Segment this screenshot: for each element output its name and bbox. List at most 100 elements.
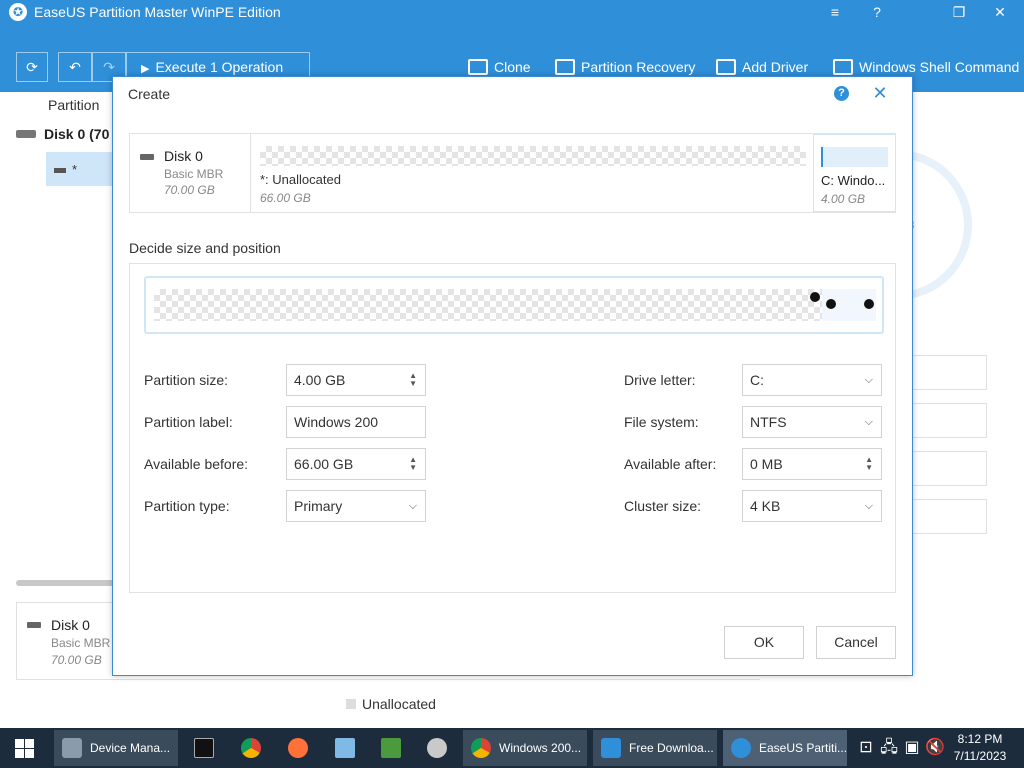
execute-label: Execute 1 Operation [155, 59, 284, 75]
restore-icon[interactable]: ❐ [948, 2, 970, 22]
unallocated-block[interactable]: *: Unallocated 66.00 GB [252, 134, 812, 212]
play-icon: ▶ [141, 63, 150, 75]
disk-layout-map: Disk 0 Basic MBR 70.00 GB *: Unallocated… [129, 133, 896, 213]
partition-label-label: Partition label: [144, 414, 233, 430]
close-icon[interactable]: ✕ [989, 2, 1011, 22]
new-partition-block[interactable]: C: Windo... 4.00 GB [813, 134, 896, 212]
undo-icon: ↶ [69, 59, 81, 75]
dialog-help-icon[interactable]: ? [834, 86, 849, 101]
dialog-close-icon[interactable]: ✕ [870, 83, 890, 103]
spinner-icon: ▲ ▼ [409, 371, 417, 388]
file-system-value: NTFS [750, 414, 787, 430]
easeus-icon [731, 738, 751, 758]
operation-button[interactable] [912, 355, 987, 390]
cluster-size-select[interactable]: 4 KB ⌵ [742, 490, 882, 522]
windows-logo-icon [15, 749, 24, 758]
clock-date: 7/11/2023 [953, 749, 1007, 763]
disk-icon [27, 622, 41, 628]
available-before-label: Available before: [144, 456, 249, 472]
refresh-button[interactable]: ⟳ [16, 52, 48, 82]
chevron-down-icon: ⌵ [864, 500, 873, 512]
chrome-icon [471, 738, 491, 758]
move-handle[interactable] [826, 299, 836, 309]
taskbar-windows-image[interactable]: Windows 200... [463, 730, 587, 766]
editor-icon[interactable] [381, 738, 401, 758]
taskbar-easeus[interactable]: EaseUS Partiti... [723, 730, 847, 766]
taskbar-button-label: Free Downloa... [629, 741, 714, 755]
disk-size: 70.00 GB [164, 183, 215, 197]
unallocated-bar [260, 146, 806, 166]
disk-type: Basic MBR [164, 167, 224, 181]
chevron-down-icon: ⌵ [864, 416, 873, 428]
disk-icon [16, 130, 36, 138]
app-logo-icon: ✪ [9, 3, 27, 21]
disk-icon [140, 154, 154, 160]
unallocated-size: 66.00 GB [260, 191, 311, 205]
selected-partition-label: * [72, 162, 78, 177]
partition-recovery-label: Partition Recovery [581, 59, 696, 75]
redo-icon: ↷ [103, 59, 115, 75]
shell-command-icon [833, 59, 853, 75]
notepad-icon[interactable] [335, 738, 355, 758]
ok-button[interactable]: OK [724, 626, 804, 659]
undo-button[interactable]: ↶ [58, 52, 92, 82]
operation-button[interactable] [912, 499, 987, 534]
menu-icon[interactable]: ≡ [824, 2, 846, 22]
disk-name: Disk 0 [164, 148, 203, 164]
slider-unallocated-track [154, 289, 822, 321]
add-driver-icon [716, 59, 736, 75]
partition-type-value: Primary [294, 498, 343, 514]
taskbar-free-download[interactable]: Free Downloa... [593, 730, 717, 766]
start-button[interactable] [0, 728, 48, 768]
section-title: Decide size and position [129, 240, 281, 256]
partition-type-select[interactable]: Primary ⌵ [286, 490, 426, 522]
available-after-label: Available after: [624, 456, 717, 472]
paint-icon[interactable] [427, 738, 447, 758]
refresh-icon: ⟳ [26, 59, 38, 75]
left-resize-handle[interactable] [810, 292, 820, 302]
partition-column-header: Partition [48, 97, 100, 113]
drive-letter-label: Drive letter: [624, 372, 696, 388]
app-title: EaseUS Partition Master WinPE Edition [34, 4, 281, 20]
disk-row-label: Disk 0 (70 [44, 126, 110, 142]
drive-letter-select[interactable]: C: ⌵ [742, 364, 882, 396]
disk-info: Disk 0 Basic MBR 70.00 GB [130, 134, 251, 212]
create-partition-dialog: Create ? ✕ Disk 0 Basic MBR 70.00 GB *: … [112, 76, 913, 676]
windows-shell-command-label: Windows Shell Command [859, 59, 1020, 75]
available-before-stepper[interactable]: 66.00 GB ▲ ▼ [286, 448, 426, 480]
partition-size-stepper[interactable]: 4.00 GB ▲ ▼ [286, 364, 426, 396]
available-before-value: 66.00 GB [294, 456, 354, 472]
unallocated-swatch [346, 699, 356, 709]
title-bar: ✪ EaseUS Partition Master WinPE Edition … [0, 0, 1024, 24]
partition-label-value: Windows 200 [294, 414, 379, 430]
file-system-select[interactable]: NTFS ⌵ [742, 406, 882, 438]
new-partition-bar [821, 147, 888, 167]
disk-name: Disk 0 [51, 617, 90, 633]
disk-row[interactable]: Disk 0 (70 [16, 126, 109, 142]
right-resize-handle[interactable] [864, 299, 874, 309]
available-after-value: 0 MB [750, 456, 783, 472]
help-icon[interactable]: ? [866, 2, 888, 22]
horizontal-scrollbar[interactable] [16, 580, 116, 586]
volume-muted-icon[interactable]: 🔇 [922, 734, 948, 762]
cancel-button[interactable]: Cancel [816, 626, 896, 659]
download-icon [601, 738, 621, 758]
taskbar-button-label: Device Mana... [90, 741, 171, 755]
chevron-down-icon: ⌵ [408, 500, 417, 512]
chrome-icon[interactable] [241, 738, 261, 758]
operation-button[interactable] [912, 451, 987, 486]
unallocated-legend: Unallocated [346, 696, 436, 712]
partition-recovery-icon [555, 59, 575, 75]
system-clock[interactable]: 8:12 PM 7/11/2023 [946, 731, 1014, 765]
partition-label-input[interactable]: Windows 200 [286, 406, 426, 438]
disk-type: Basic MBR [51, 636, 111, 650]
taskbar-device-manager[interactable]: Device Mana... [54, 730, 178, 766]
taskbar-button-label: Windows 200... [499, 741, 582, 755]
command-prompt-icon[interactable] [194, 738, 214, 758]
taskbar-button-label: EaseUS Partiti... [759, 741, 847, 755]
firefox-icon[interactable] [288, 738, 308, 758]
available-after-stepper[interactable]: 0 MB ▲ ▼ [742, 448, 882, 480]
size-position-panel: Partition size: 4.00 GB ▲ ▼ Partition lab… [129, 263, 896, 593]
partition-size-slider[interactable] [144, 276, 884, 334]
operation-button[interactable] [912, 403, 987, 438]
